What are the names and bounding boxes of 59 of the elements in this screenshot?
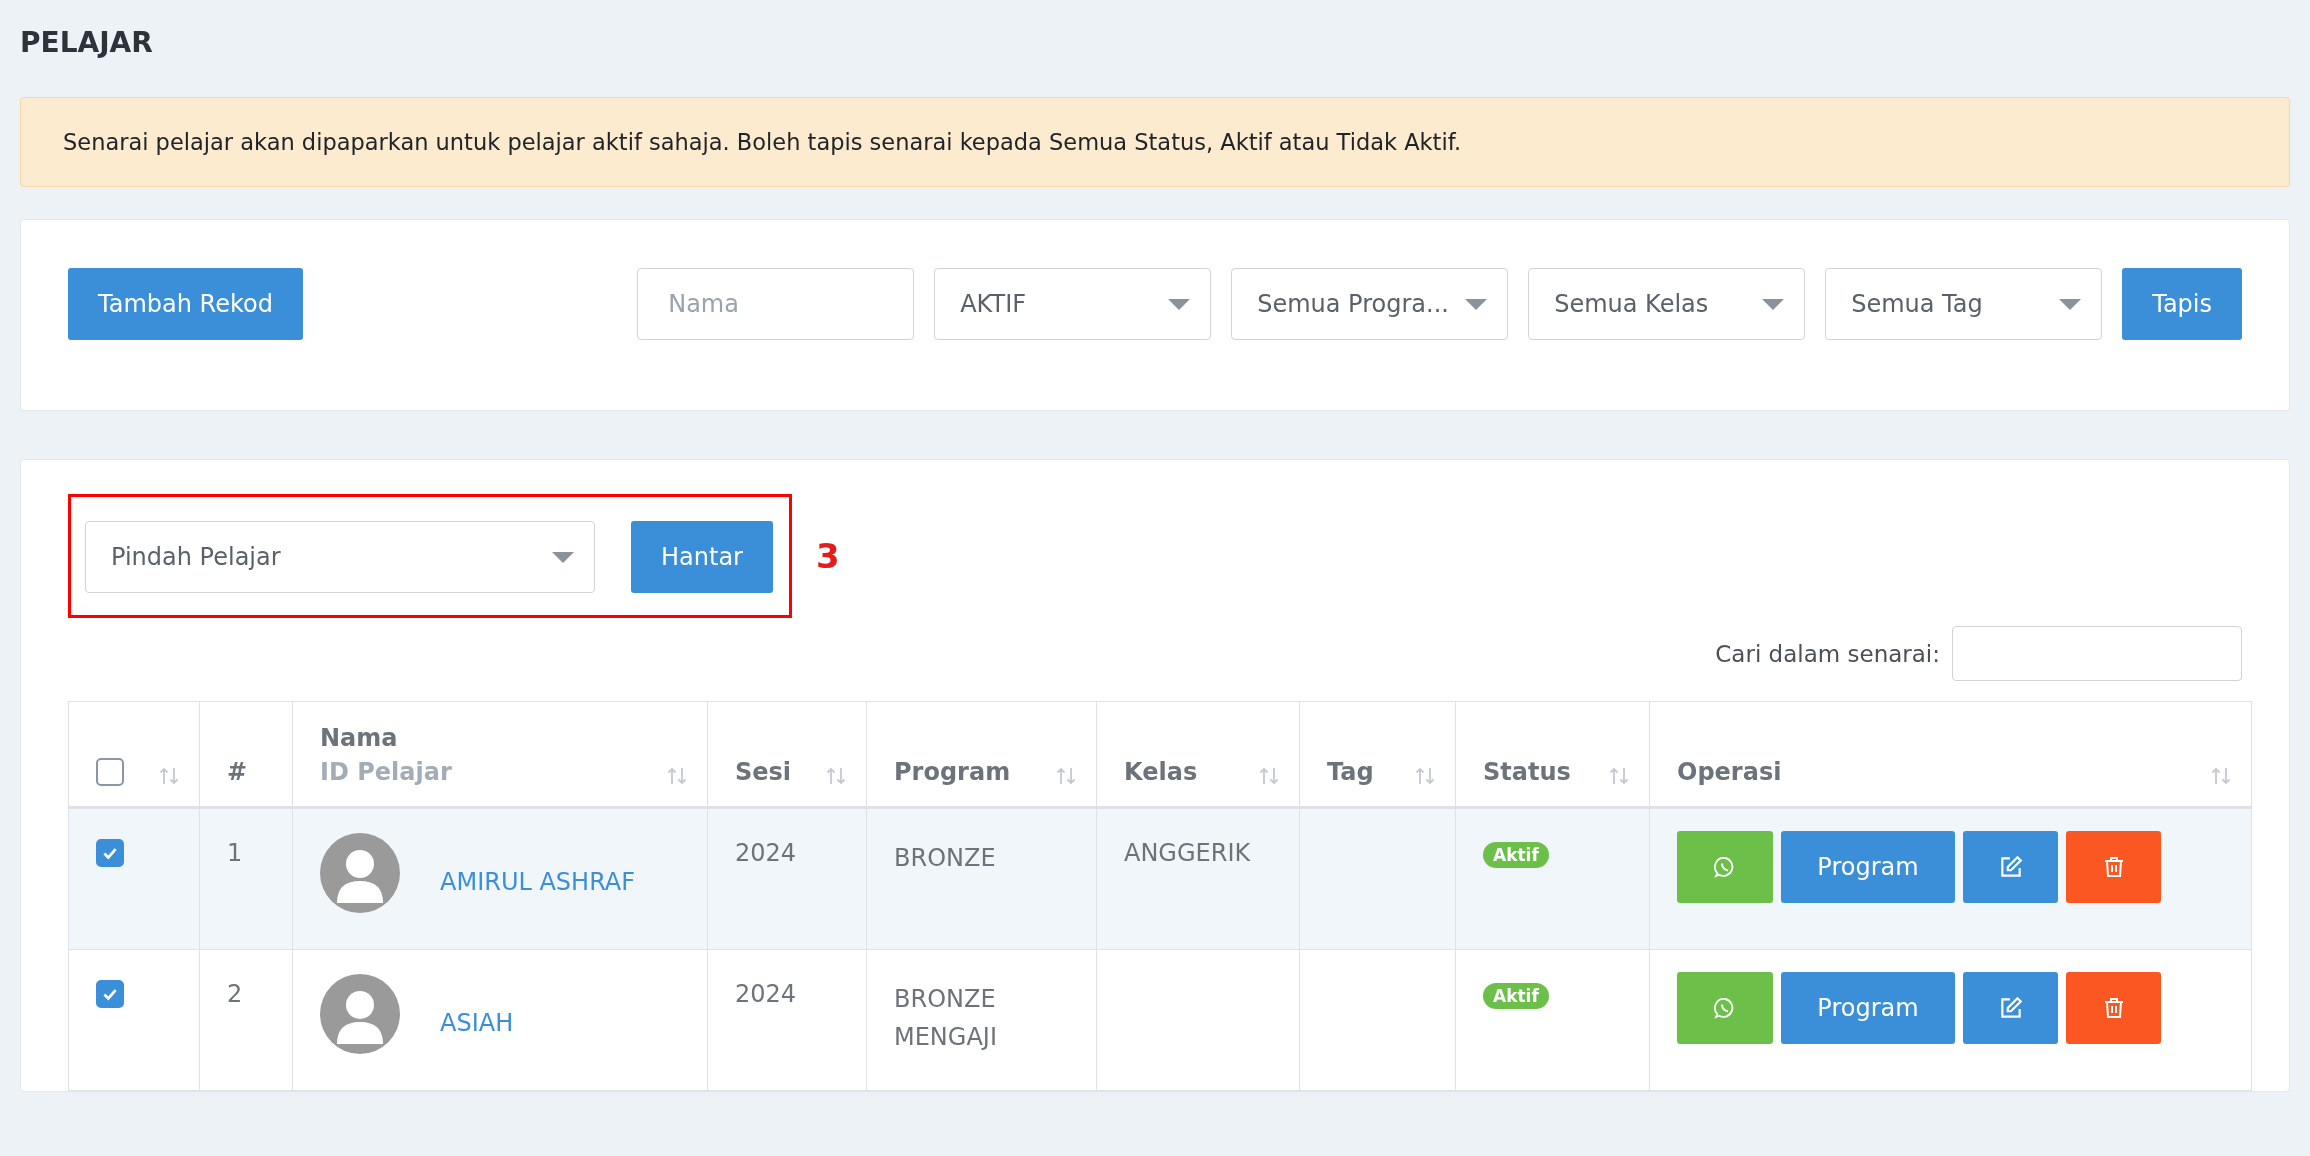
sort-icon[interactable] bbox=[667, 766, 687, 786]
delete-button[interactable] bbox=[2066, 972, 2161, 1044]
column-header[interactable]: Nama bbox=[320, 724, 452, 752]
column-header[interactable]: Program bbox=[894, 758, 1011, 786]
sort-icon[interactable] bbox=[1609, 766, 1629, 786]
bulk-action-dropdown[interactable]: Pindah Pelajar bbox=[85, 521, 595, 593]
caret-icon bbox=[1465, 298, 1488, 310]
filter-button[interactable]: Tapis bbox=[2122, 268, 2242, 340]
checkbox[interactable] bbox=[96, 980, 124, 1008]
submit-button[interactable]: Hantar bbox=[631, 521, 773, 593]
row-number: 1 bbox=[227, 839, 243, 867]
caret-icon bbox=[1762, 298, 1785, 310]
student-name-link[interactable]: ASIAH bbox=[440, 1009, 514, 1037]
add-record-button[interactable]: Tambah Rekod bbox=[68, 268, 303, 340]
program-button[interactable]: Program bbox=[1781, 831, 1955, 903]
caret-icon bbox=[2059, 298, 2082, 310]
edit-button[interactable] bbox=[1963, 972, 2058, 1044]
page-title: PELAJAR bbox=[20, 26, 154, 59]
checkbox[interactable] bbox=[96, 839, 124, 867]
caret-icon bbox=[1168, 298, 1191, 310]
column-header[interactable]: Tag bbox=[1327, 758, 1374, 786]
caret-icon bbox=[552, 551, 574, 563]
filter-dropdown[interactable]: Semua Kelas bbox=[1528, 268, 1806, 340]
checkbox[interactable] bbox=[96, 758, 124, 786]
filter-dropdown[interactable]: Semua Progra... bbox=[1231, 268, 1509, 340]
search-input-field[interactable] bbox=[1952, 626, 2242, 681]
session-text: 2024 bbox=[735, 839, 797, 867]
sort-icon[interactable] bbox=[826, 766, 846, 786]
row-number: 2 bbox=[227, 980, 243, 1008]
sort-icon[interactable] bbox=[1415, 766, 1435, 786]
notice-banner: Senarai pelajar akan dipaparkan untuk pelajar aktif sahaja. Boleh tapis senarai kepada Semua Status, Aktif atau Tidak Aktif. bbox=[20, 97, 2290, 187]
column-header[interactable]: Sesi bbox=[735, 758, 792, 786]
name-input-field[interactable]: Nama bbox=[637, 268, 915, 340]
program-text: BRONZE MENGAJI bbox=[894, 985, 997, 1052]
delete-button[interactable] bbox=[2066, 831, 2161, 903]
avatar-icon bbox=[320, 974, 400, 1054]
edit-button[interactable] bbox=[1963, 831, 2058, 903]
whatsapp-button[interactable] bbox=[1677, 831, 1773, 903]
session-text: 2024 bbox=[735, 980, 797, 1008]
sort-icon[interactable] bbox=[2211, 766, 2231, 786]
program-button[interactable]: Program bbox=[1781, 972, 1955, 1044]
search-label: Cari dalam senarai: bbox=[1715, 640, 1940, 667]
filter-dropdown[interactable]: Semua Tag bbox=[1825, 268, 2103, 340]
sort-icon[interactable] bbox=[1056, 766, 1076, 786]
column-header[interactable]: Kelas bbox=[1124, 758, 1198, 786]
status-badge: Aktif bbox=[1483, 842, 1549, 868]
program-text: BRONZE bbox=[894, 844, 996, 872]
column-header[interactable]: Operasi bbox=[1677, 758, 1782, 786]
class-text: ANGGERIK bbox=[1124, 839, 1251, 867]
filter-dropdown[interactable]: AKTIF bbox=[934, 268, 1212, 340]
sort-icon[interactable] bbox=[1259, 766, 1279, 786]
status-badge: Aktif bbox=[1483, 983, 1549, 1009]
sort-icon[interactable] bbox=[159, 766, 179, 786]
whatsapp-button[interactable] bbox=[1677, 972, 1773, 1044]
column-header[interactable]: # bbox=[227, 758, 248, 786]
annotation-number: 3 bbox=[815, 536, 840, 576]
column-header[interactable]: Status bbox=[1483, 758, 1571, 786]
student-name-link[interactable]: AMIRUL ASHRAF bbox=[440, 868, 636, 896]
avatar-icon bbox=[320, 833, 400, 913]
